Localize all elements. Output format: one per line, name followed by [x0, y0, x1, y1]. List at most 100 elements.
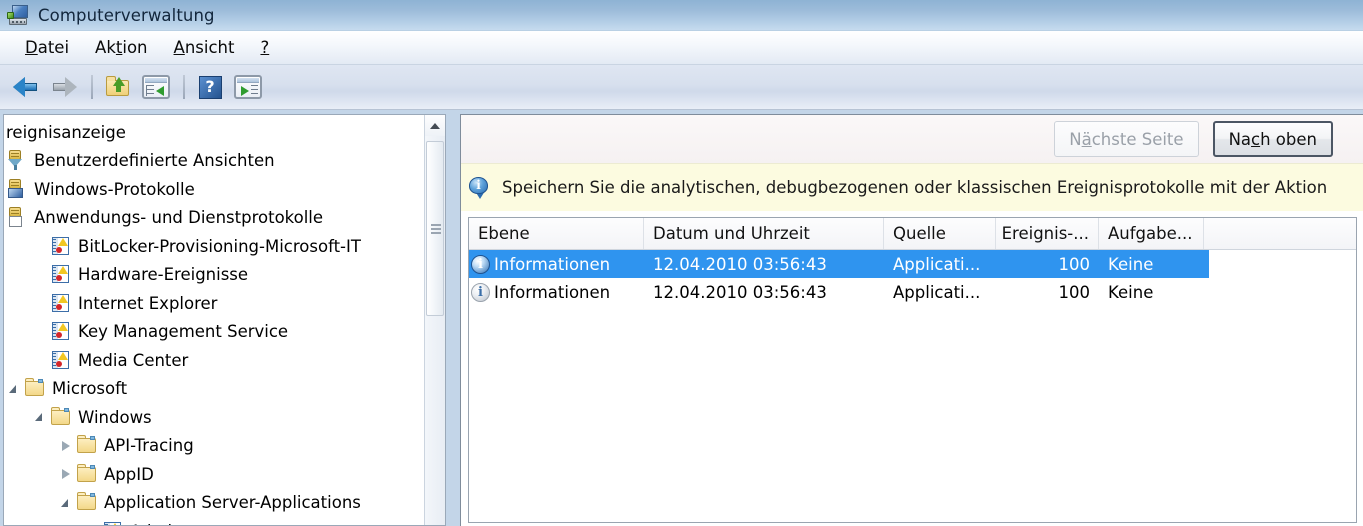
tree-twisty-collapsed-icon[interactable] [58, 438, 74, 454]
scroll-up-arrow[interactable] [425, 115, 445, 136]
tree-item[interactable]: Hardware-Ereignisse [4, 261, 424, 290]
tree-item[interactable]: Internet Explorer [4, 289, 424, 318]
custom-views-icon [6, 150, 28, 171]
tree-item-label: Windows [78, 407, 152, 427]
cell-event-id: 100 [1058, 282, 1091, 302]
cell-datetime: 12.04.2010 03:56:43 [653, 282, 827, 302]
arrow-right-icon [51, 77, 77, 97]
cell-source: Applicati... [893, 282, 981, 302]
help-button[interactable]: ? [192, 70, 228, 104]
tree-twisty-placeholder [32, 324, 48, 340]
tree-item[interactable]: Key Management Service [4, 318, 424, 347]
tree-twisty-expanded-icon[interactable] [32, 409, 48, 425]
console-tree-icon [142, 75, 170, 99]
scrollbar-thumb[interactable] [426, 141, 444, 316]
tree-item[interactable]: API-Tracing [4, 432, 424, 461]
cell-event-id: 100 [1058, 254, 1091, 274]
folder-icon [24, 378, 46, 399]
column-header[interactable]: Ebene [469, 218, 644, 249]
tree-twisty-collapsed-icon[interactable] [58, 466, 74, 482]
tree-item-label: Anwendungs- und Dienstprotokolle [34, 208, 324, 228]
cell-source: Applicati... [893, 254, 981, 274]
next-page-button[interactable]: Nä chste Seite [1054, 121, 1199, 157]
table-row[interactable]: i Informationen 12.04.2010 03:56:43 Applica… [469, 250, 1356, 278]
log-notebook-icon [50, 293, 72, 314]
action-pane-icon [234, 75, 262, 99]
menu-item-ansicht[interactable]: Ansicht [161, 36, 248, 59]
column-header[interactable] [1204, 218, 1356, 249]
back-button[interactable] [8, 70, 44, 104]
menu-item-help-label: ? [260, 38, 270, 57]
tree-scrollbar[interactable] [424, 115, 445, 525]
next-page-pre: N [1069, 129, 1082, 149]
column-header[interactable]: Quelle [884, 218, 996, 249]
app-service-logs-icon [6, 207, 28, 228]
menu-item-aktion-label: ion [122, 38, 148, 57]
tree-item[interactable]: BitLocker-Provisioning-Microsoft-IT [4, 232, 424, 261]
menu-item-datei-label: atei [37, 38, 70, 57]
tree-item[interactable]: Windows-Protokolle [4, 175, 424, 204]
up-button[interactable]: Na c h oben [1212, 121, 1333, 157]
info-balloon-icon: i [469, 176, 490, 199]
tree-twisty-placeholder [32, 295, 48, 311]
column-header[interactable]: Datum und Uhrzeit [644, 218, 884, 249]
show-hide-console-tree-button[interactable] [138, 70, 174, 104]
arrow-left-icon [13, 77, 39, 97]
menu-item-ansicht-label: nsicht [184, 38, 235, 57]
toolbar-separator-2 [183, 75, 185, 99]
tree-twisty-expanded-icon[interactable] [58, 495, 74, 511]
computer-management-icon [7, 4, 29, 26]
show-hide-action-pane-button[interactable] [230, 70, 266, 104]
tree-item[interactable]: Media Center [4, 346, 424, 375]
tree-item-label: API-Tracing [104, 436, 194, 456]
tree-item[interactable]: Anwendungs- und Dienstprotokolle [4, 204, 424, 233]
log-notebook-icon [50, 321, 72, 342]
folder-icon [50, 406, 72, 428]
tree-item-label: Application Server-Applications [104, 493, 361, 513]
up-one-level-button[interactable] [100, 70, 136, 104]
tree-item[interactable]: AppID [4, 460, 424, 489]
help-question-icon: ? [198, 75, 222, 99]
log-notebook-icon [50, 236, 72, 257]
tree-item[interactable]: Microsoft [4, 375, 424, 404]
info-event-icon: i [471, 254, 490, 274]
up-button-pre: Na [1228, 129, 1252, 149]
menu-item-aktion[interactable]: Aktion [82, 36, 160, 59]
folder-icon [76, 492, 98, 513]
tree-item[interactable]: Application Server-Applications [4, 489, 424, 518]
forward-button[interactable] [46, 70, 82, 104]
table-row[interactable]: i Informationen 12.04.2010 03:56:43 Applica… [469, 278, 1356, 306]
cell-datetime: 12.04.2010 03:56:43 [653, 254, 827, 274]
tree-item-label: AppID [104, 464, 154, 484]
event-list-body[interactable]: i Informationen 12.04.2010 03:56:43 Applica… [469, 250, 1356, 306]
menu-item-help[interactable]: ? [247, 36, 282, 59]
console-tree[interactable]: reignisanzeige Benutzerdefinierte Ansicht… [4, 115, 424, 525]
tree-item[interactable]: Windows [4, 403, 424, 432]
cell-level-label: Informationen [494, 254, 611, 274]
menu-bar: Datei Aktion Ansicht ? [0, 31, 1363, 65]
tree-item-label: Microsoft [52, 379, 128, 399]
tree-item-label: Admin [130, 522, 183, 525]
cell-level: i Informationen [469, 282, 644, 302]
tree-item[interactable]: Benutzerdefinierte Ansichten [4, 147, 424, 176]
column-header[interactable]: Ereignis-... [996, 218, 1099, 249]
scrollbar-grip [431, 223, 441, 234]
tree-item-label: Hardware-Ereignisse [78, 265, 249, 285]
tree-item[interactable]: Admin [4, 517, 424, 525]
tree-twisty-placeholder [32, 267, 48, 283]
log-notebook-icon [50, 350, 72, 371]
folder-icon [76, 463, 98, 485]
tree-twisty-expanded-icon[interactable] [6, 381, 22, 397]
up-button-post: h oben [1260, 129, 1317, 149]
cell-task: Keine [1108, 254, 1154, 274]
toolbar-separator-1 [91, 75, 93, 99]
menu-item-datei[interactable]: Datei [12, 36, 82, 59]
tree-item[interactable]: reignisanzeige [4, 118, 424, 147]
event-list-header: Ebene Datum und Uhrzeit Quelle Ereignis-...… [469, 218, 1356, 250]
tree-item-label: Benutzerdefinierte Ansichten [34, 151, 275, 171]
tree-item-label: Key Management Service [78, 322, 289, 342]
info-message-text: Speichern Sie die analytischen, debugbez… [502, 178, 1328, 197]
column-header[interactable]: Aufgabe... [1099, 218, 1204, 249]
up-button-accel: c [1251, 129, 1261, 149]
event-list: Ebene Datum und Uhrzeit Quelle Ereignis-...… [468, 217, 1357, 523]
